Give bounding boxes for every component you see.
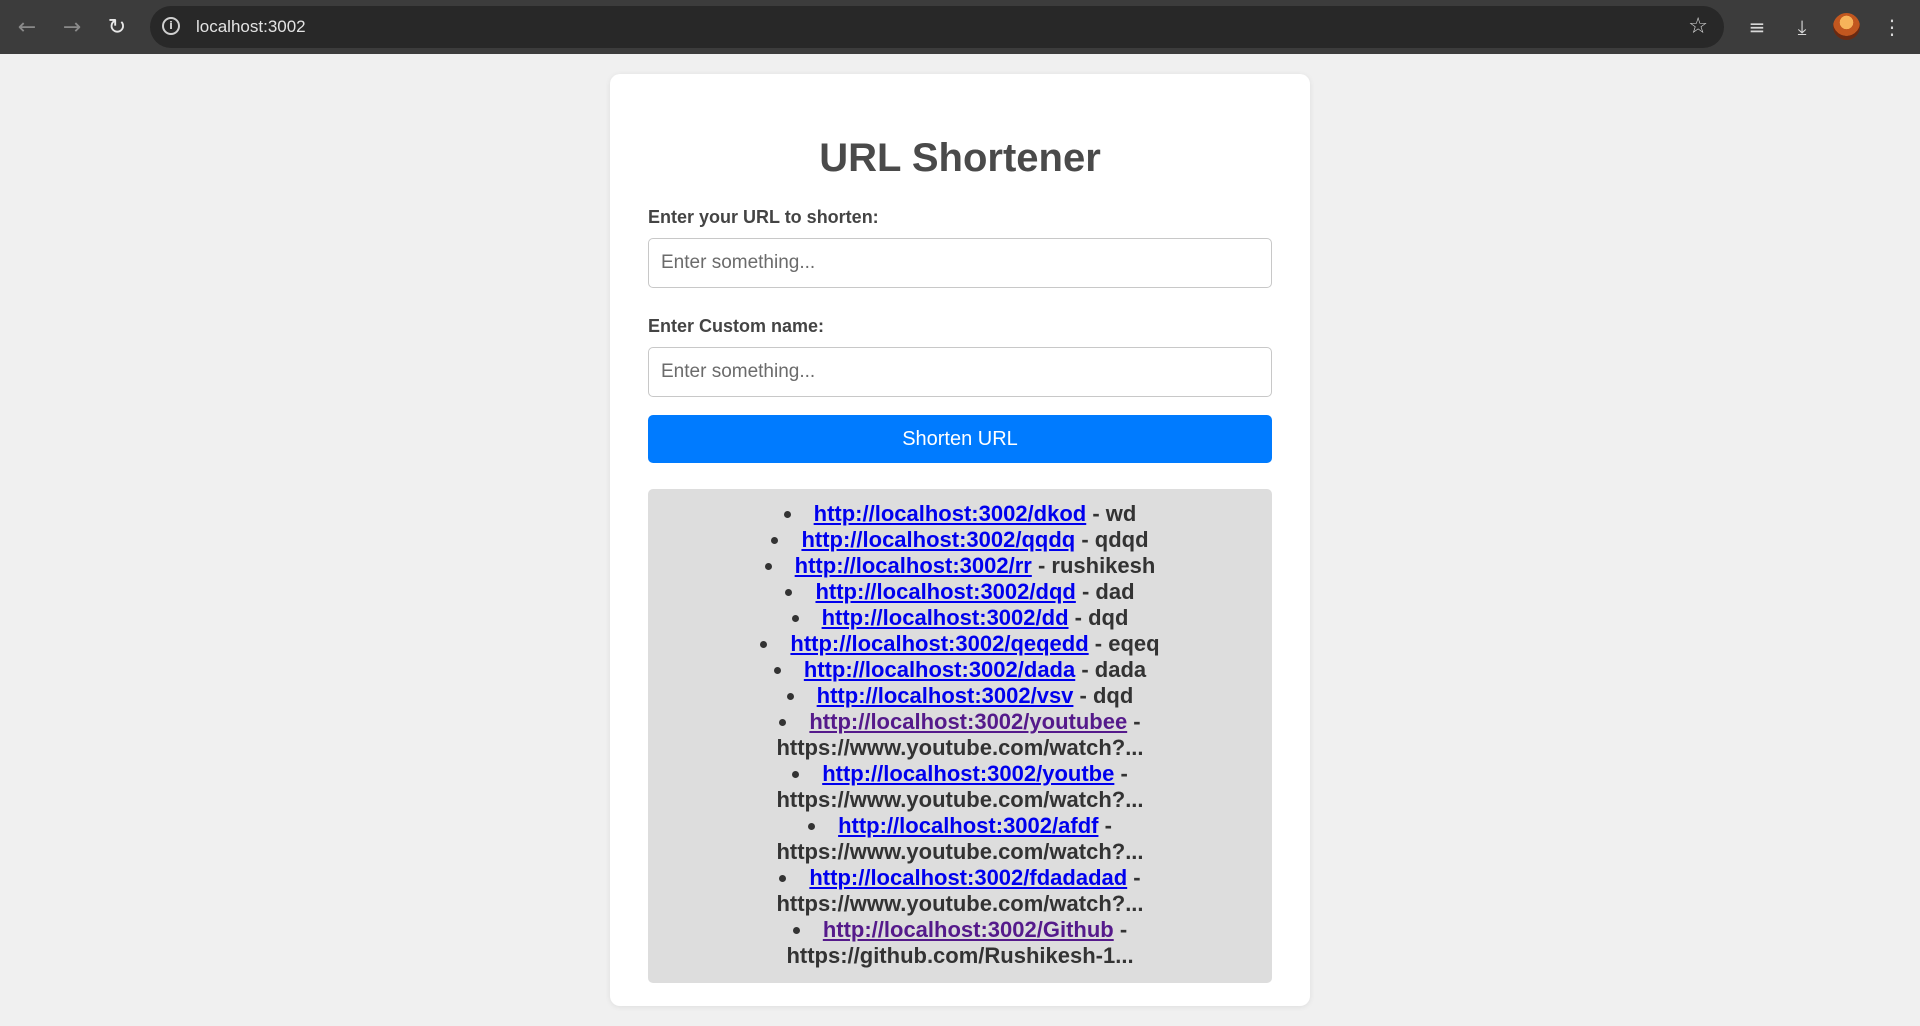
custom-name-field-label: Enter Custom name: <box>648 316 825 336</box>
link-separator: - <box>1114 761 1128 786</box>
original-url-text: wd <box>1105 501 1137 526</box>
arrow-right-icon: → <box>62 14 82 40</box>
short-link[interactable]: http://localhost:3002/qeqedd <box>790 631 1088 656</box>
original-url-text: dqd <box>1092 683 1134 708</box>
link-separator: - <box>1073 683 1093 708</box>
short-link[interactable]: http://localhost:3002/youtubee <box>809 709 1127 734</box>
url-field-group: Enter your URL to shorten: <box>648 207 1272 288</box>
short-link-item: http://localhost:3002/qeqedd - eqeq <box>668 631 1252 657</box>
original-url-text: rushikesh <box>1051 553 1156 578</box>
short-links-list: http://localhost:3002/dkod - wdhttp://lo… <box>668 501 1252 969</box>
short-link-item: http://localhost:3002/fdadadad - https:/… <box>668 865 1252 917</box>
link-separator: - <box>1127 709 1141 734</box>
original-url-text: https://github.com/Rushikesh-1... <box>786 943 1134 968</box>
short-link-item: http://localhost:3002/dada - dada <box>668 657 1252 683</box>
short-link[interactable]: http://localhost:3002/dada <box>804 657 1075 682</box>
address-bar[interactable]: i localhost:3002 ☆ <box>150 6 1724 48</box>
media-queue-icon[interactable]: ≡ <box>1740 10 1774 44</box>
link-separator: - <box>1088 631 1109 656</box>
link-separator: - <box>1127 865 1141 890</box>
custom-name-input[interactable] <box>648 347 1272 397</box>
link-separator: - <box>1031 553 1052 578</box>
short-link-item: http://localhost:3002/youtbe - https://w… <box>668 761 1252 813</box>
shortener-card: URL Shortener Enter your URL to shorten:… <box>610 74 1310 1006</box>
short-links-panel: http://localhost:3002/dkod - wdhttp://lo… <box>648 489 1272 983</box>
original-url-text: https://www.youtube.com/watch?... <box>776 891 1144 916</box>
link-separator: - <box>1075 527 1095 552</box>
reload-icon: ↻ <box>107 14 127 40</box>
kebab-menu-icon[interactable]: ⋮ <box>1875 10 1909 44</box>
forward-button[interactable]: → <box>55 10 89 44</box>
short-link[interactable]: http://localhost:3002/dqd <box>815 579 1075 604</box>
short-link[interactable]: http://localhost:3002/dkod <box>814 501 1087 526</box>
short-link[interactable]: http://localhost:3002/qqdq <box>801 527 1075 552</box>
link-separator: - <box>1075 579 1096 604</box>
back-button[interactable]: ← <box>10 10 44 44</box>
short-link[interactable]: http://localhost:3002/Github <box>823 917 1114 942</box>
link-separator: - <box>1086 501 1106 526</box>
short-link-item: http://localhost:3002/afdf - https://www… <box>668 813 1252 865</box>
original-url-text: eqeq <box>1108 631 1160 656</box>
page-title: URL Shortener <box>819 136 1101 180</box>
browser-toolbar: ← → ↻ i localhost:3002 ☆ ≡ ⤓ ⋮ <box>0 0 1920 54</box>
short-link-item: http://localhost:3002/rr - rushikesh <box>668 553 1252 579</box>
short-link[interactable]: http://localhost:3002/vsv <box>817 683 1074 708</box>
profile-avatar[interactable] <box>1833 13 1860 40</box>
original-url-text: https://www.youtube.com/watch?... <box>776 787 1144 812</box>
link-separator: - <box>1068 605 1089 630</box>
short-link-item: http://localhost:3002/vsv - dqd <box>668 683 1252 709</box>
short-link[interactable]: http://localhost:3002/rr <box>795 553 1032 578</box>
short-link-item: http://localhost:3002/dd - dqd <box>668 605 1252 631</box>
original-url-text: dada <box>1094 657 1147 682</box>
short-link[interactable]: http://localhost:3002/youtbe <box>822 761 1114 786</box>
original-url-text: https://www.youtube.com/watch?... <box>776 839 1144 864</box>
custom-name-field-group: Enter Custom name: <box>648 316 1272 397</box>
link-separator: - <box>1113 917 1128 942</box>
url-input[interactable] <box>648 238 1272 288</box>
short-link-item: http://localhost:3002/Github - https://g… <box>668 917 1252 969</box>
original-url-text: qdqd <box>1094 527 1149 552</box>
original-url-text: https://www.youtube.com/watch?... <box>776 735 1144 760</box>
short-link-item: http://localhost:3002/dkod - wd <box>668 501 1252 527</box>
url-field-label: Enter your URL to shorten: <box>648 207 879 227</box>
link-separator: - <box>1075 657 1095 682</box>
arrow-left-icon: ← <box>17 14 37 40</box>
reload-button[interactable]: ↻ <box>100 10 134 44</box>
link-separator: - <box>1098 813 1112 838</box>
info-icon[interactable]: i <box>162 17 180 35</box>
address-bar-url[interactable]: localhost:3002 <box>196 6 306 48</box>
original-url-text: dad <box>1095 579 1135 604</box>
shorten-url-button[interactable]: Shorten URL <box>648 415 1272 463</box>
bookmark-star-icon[interactable]: ☆ <box>1688 6 1708 48</box>
short-link-item: http://localhost:3002/qqdq - qdqd <box>668 527 1252 553</box>
short-link-item: http://localhost:3002/youtubee - https:/… <box>668 709 1252 761</box>
short-link-item: http://localhost:3002/dqd - dad <box>668 579 1252 605</box>
short-link[interactable]: http://localhost:3002/fdadadad <box>809 865 1127 890</box>
download-icon[interactable]: ⤓ <box>1785 10 1819 44</box>
short-link[interactable]: http://localhost:3002/dd <box>822 605 1069 630</box>
short-link[interactable]: http://localhost:3002/afdf <box>838 813 1098 838</box>
original-url-text: dqd <box>1088 605 1129 630</box>
